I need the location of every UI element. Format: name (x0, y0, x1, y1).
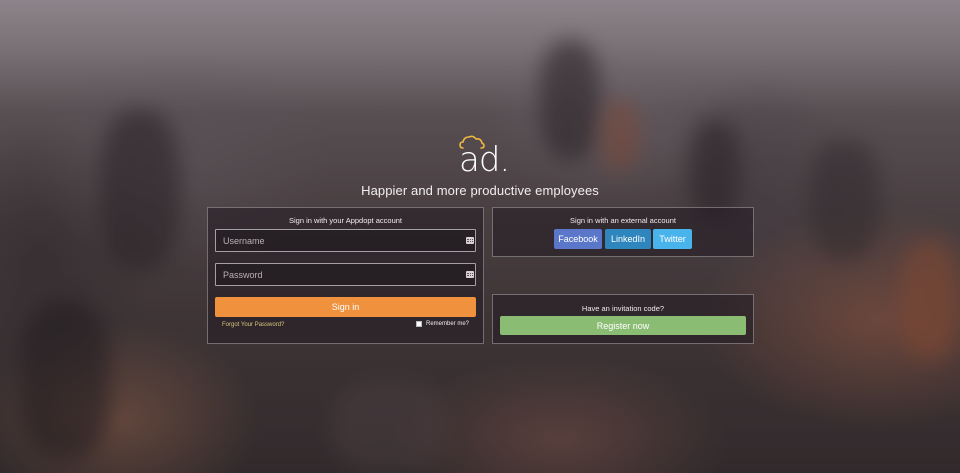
external-panel-title: Sign in with an external account (570, 216, 676, 225)
remember-me-checkbox[interactable] (416, 321, 422, 327)
invitation-panel-title: Have an invitation code? (581, 304, 665, 313)
username-input[interactable] (216, 230, 475, 251)
facebook-button[interactable]: Facebook (554, 229, 602, 249)
sign-in-button[interactable]: Sign in (215, 297, 476, 317)
forgot-password-link[interactable]: Forgot Your Password? (222, 322, 284, 328)
keyboard-icon[interactable] (466, 237, 474, 244)
logo-text: ad. (459, 140, 510, 180)
password-field[interactable] (215, 263, 476, 286)
login-panel-title: Sign in with your Appdopt account (289, 216, 402, 225)
linkedin-button[interactable]: LinkedIn (605, 229, 651, 249)
password-input[interactable] (216, 264, 475, 285)
appdopt-logo: ad. (459, 134, 519, 180)
remember-me-label: Remember me? (426, 321, 470, 327)
register-button[interactable]: Register now (500, 316, 746, 335)
twitter-button[interactable]: Twitter (653, 229, 692, 249)
keyboard-icon[interactable] (466, 271, 474, 278)
tagline: Happier and more productive employees (361, 183, 599, 198)
username-field[interactable] (215, 229, 476, 252)
remember-me[interactable]: Remember me? (416, 321, 469, 327)
